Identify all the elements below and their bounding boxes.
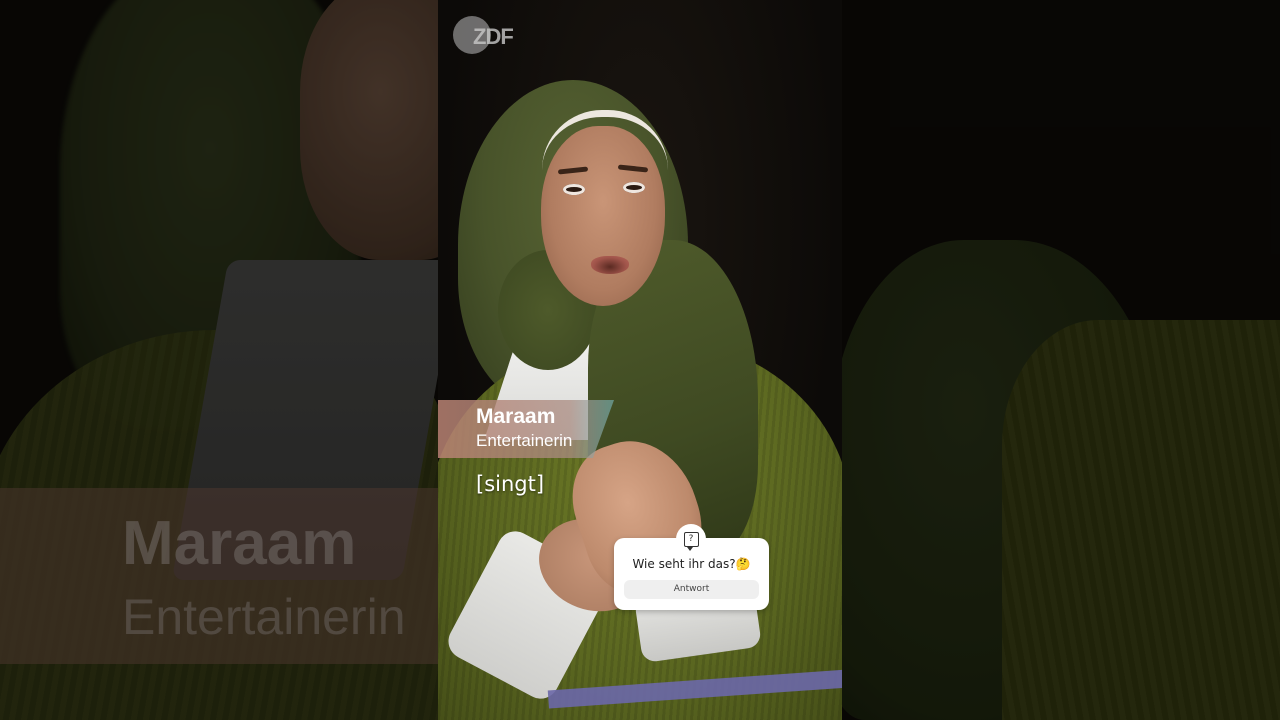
speaker-role: Entertainerin xyxy=(476,431,573,450)
mouth xyxy=(591,256,629,274)
video-frame[interactable] xyxy=(438,0,842,720)
blur-dim-overlay xyxy=(842,0,1280,720)
shorts-video-stage: Maraam Entertainerin ZDF Maraam Entertai… xyxy=(0,0,1280,720)
right-eye xyxy=(623,182,645,193)
left-eye xyxy=(563,184,585,195)
speaker-name: Maraam xyxy=(476,405,556,428)
blurred-background-left: Maraam Entertainerin xyxy=(0,0,438,720)
question-bubble-icon: ? xyxy=(683,531,699,551)
question-prompt: Wie seht ihr das?🤔 xyxy=(632,557,751,571)
blur-dim-overlay xyxy=(0,0,438,720)
answer-button[interactable]: Antwort xyxy=(624,580,759,599)
question-sticker-badge: ? xyxy=(676,524,706,554)
logo-text: ZDF xyxy=(473,24,514,49)
blurred-background-right xyxy=(842,0,1280,720)
zdf-logo: ZDF xyxy=(453,16,525,56)
subtitle-caption: [singt] xyxy=(476,472,545,496)
